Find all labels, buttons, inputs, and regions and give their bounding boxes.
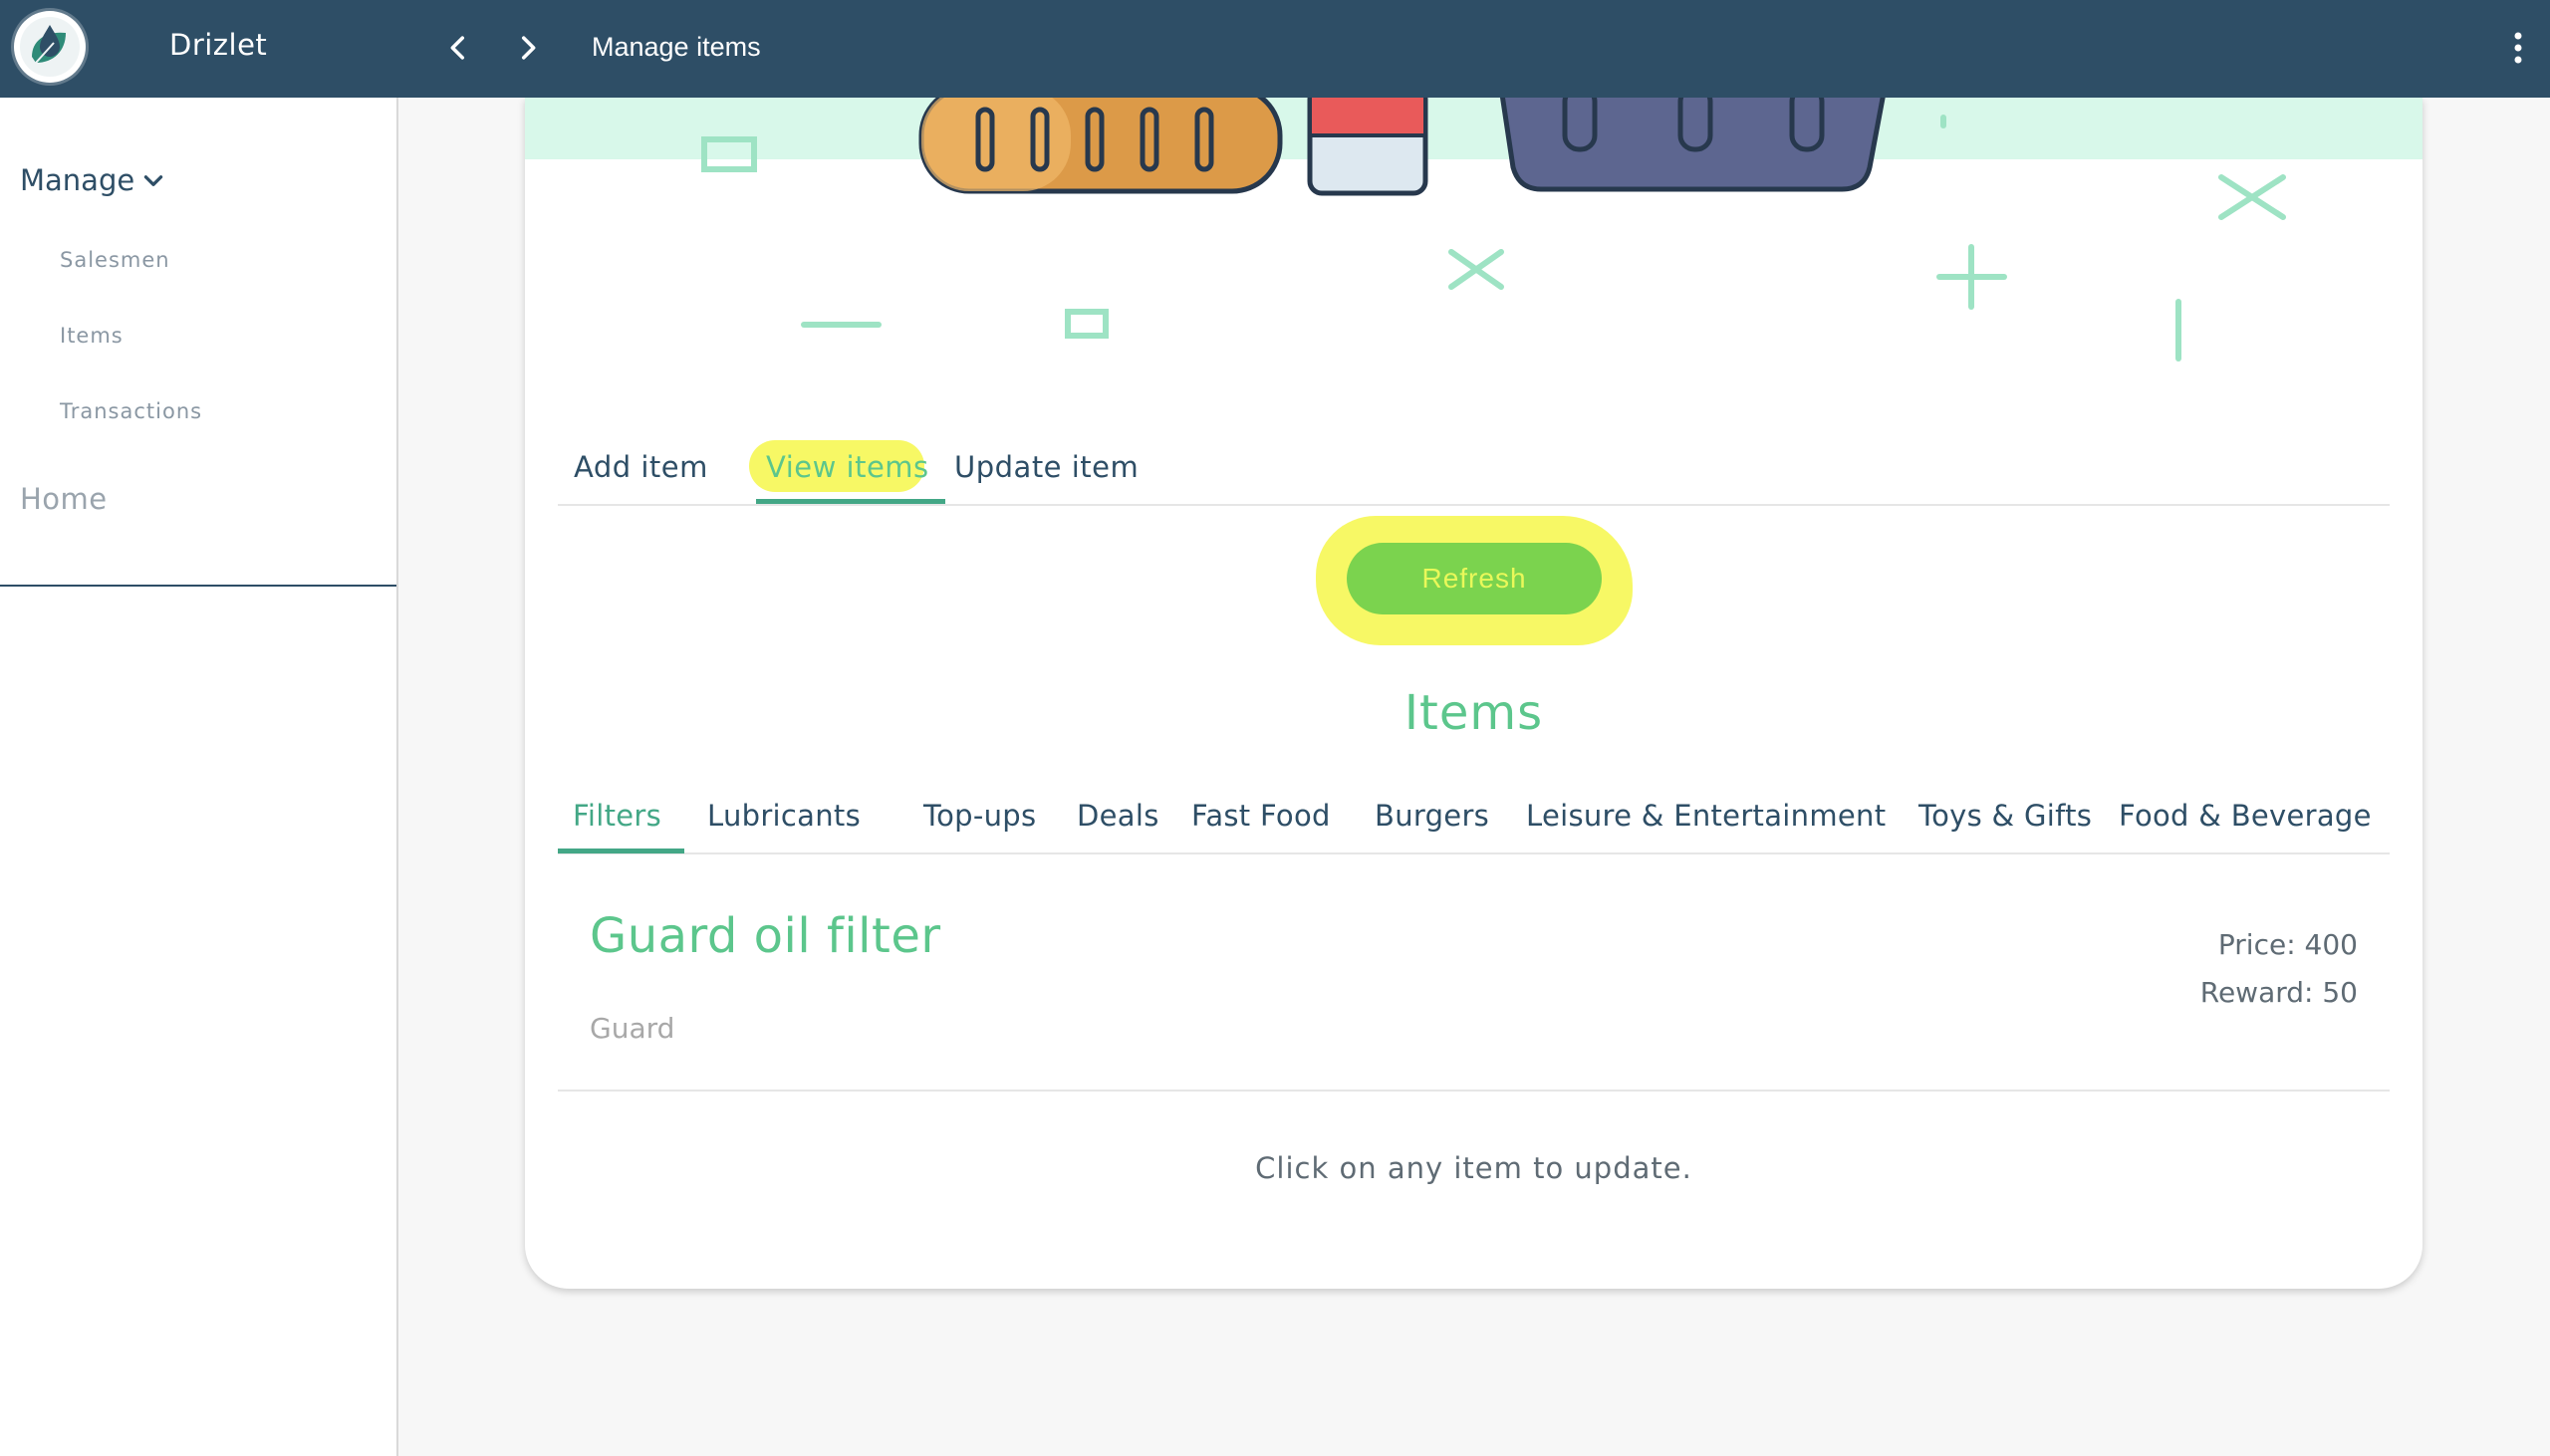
list-item[interactable]: Guard oil filter Guard Price: 400 Reward… (558, 874, 2390, 1092)
category-tab-burgers[interactable]: Burgers (1375, 799, 1489, 833)
sidebar-divider (0, 585, 396, 587)
chevron-right-icon (521, 36, 536, 60)
category-tab-toys-gifts[interactable]: Toys & Gifts (1918, 799, 2092, 833)
active-category-indicator (558, 849, 684, 853)
item-brand: Guard (590, 1012, 675, 1045)
sidebar-item-transactions[interactable]: Transactions (60, 399, 202, 423)
page-title: Manage items (592, 32, 761, 62)
category-tab-deals[interactable]: Deals (1077, 799, 1159, 833)
chevron-left-icon (450, 36, 465, 60)
shopping-illustration (701, 98, 2286, 362)
update-hint: Click on any item to update. (1255, 1151, 1692, 1185)
section-title: Items (1403, 685, 1544, 741)
more-menu-button[interactable] (2500, 28, 2536, 68)
sidebar-item-items[interactable]: Items (60, 324, 124, 348)
item-price: Price: 400 (2217, 928, 2358, 961)
sidebar-item-home[interactable]: Home (20, 482, 108, 516)
app-name: Drizlet (169, 28, 268, 62)
sidebar-manage-toggle[interactable]: Manage (20, 163, 166, 197)
sidebar-item-salesmen[interactable]: Salesmen (60, 248, 170, 272)
sidebar: Manage Salesmen Items Transactions Home (0, 98, 398, 1456)
category-tab-top-ups[interactable]: Top-ups (923, 799, 1036, 833)
app-logo[interactable] (14, 11, 86, 83)
tab-view-items[interactable]: View items (766, 450, 929, 484)
forward-button[interactable] (508, 28, 548, 68)
category-tab-lubricants[interactable]: Lubricants (707, 799, 861, 833)
category-tabs: Filters Lubricants Top-ups Deals Fast Fo… (558, 785, 2390, 854)
kebab-icon (2514, 32, 2522, 64)
refresh-button[interactable]: Refresh (1347, 543, 1602, 614)
main-card: Add item View items Update item Refresh … (525, 98, 2422, 1289)
category-tab-filters[interactable]: Filters (573, 799, 661, 833)
active-tab-indicator (756, 499, 945, 504)
back-button[interactable] (438, 28, 478, 68)
chevron-down-icon (143, 175, 163, 186)
item-reward: Reward: 50 (2199, 976, 2358, 1009)
category-tab-fast-food[interactable]: Fast Food (1191, 799, 1331, 833)
category-tab-leisure-entertainment[interactable]: Leisure & Entertainment (1526, 799, 1886, 833)
tab-update-item[interactable]: Update item (954, 450, 1139, 484)
view-tabs: Add item View items Update item (558, 440, 2390, 506)
leaf-drop-icon (20, 17, 80, 77)
top-bar: Drizlet Manage items (0, 0, 2550, 98)
item-name: Guard oil filter (590, 908, 941, 964)
category-tab-food-beverage[interactable]: Food & Beverage (2119, 799, 2372, 833)
tab-add-item[interactable]: Add item (574, 450, 708, 484)
sidebar-manage-label: Manage (20, 163, 135, 197)
